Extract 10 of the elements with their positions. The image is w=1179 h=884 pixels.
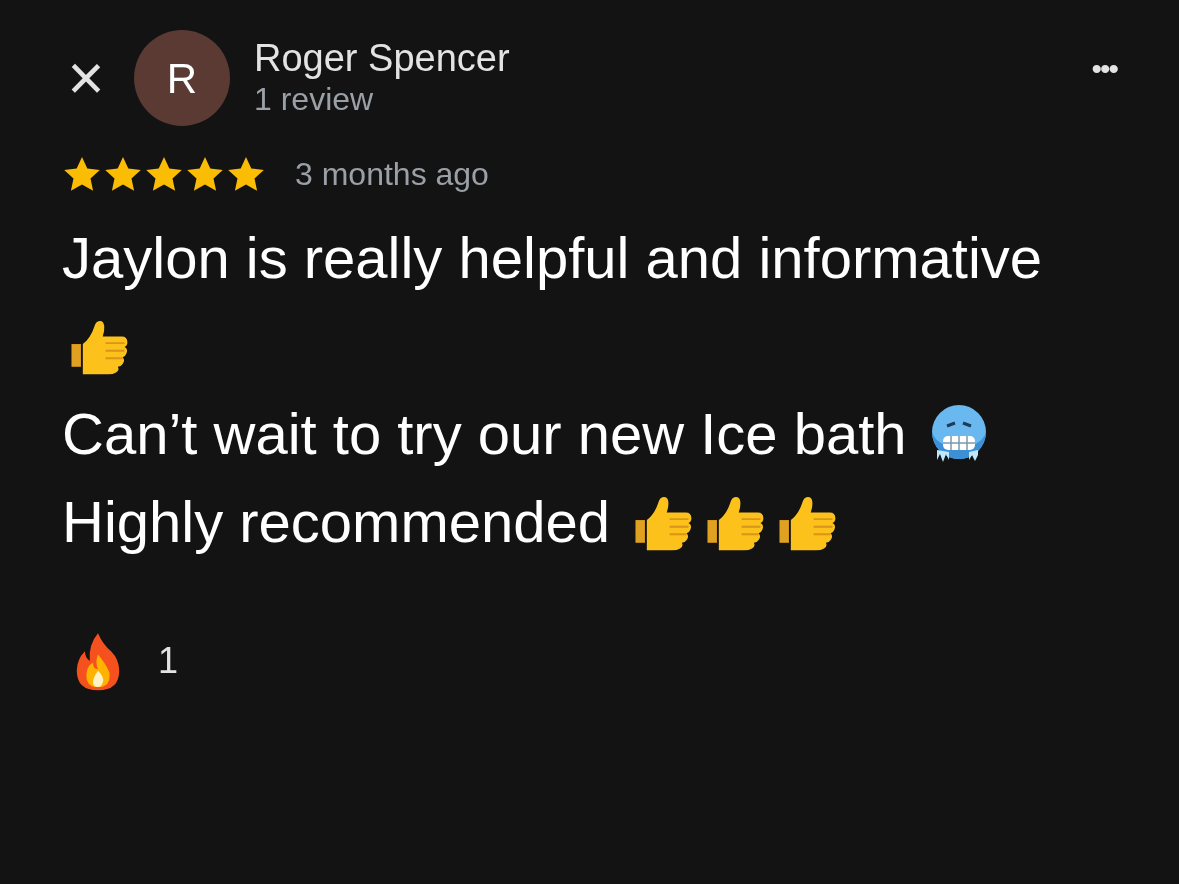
more-button[interactable]: ••• (1091, 46, 1117, 91)
reaction-count: 1 (158, 639, 179, 683)
review-count: 1 review (254, 79, 375, 119)
review-text: Can’t wait to try our new Ice bath (62, 401, 908, 466)
reviewer-name: Roger Spencer (254, 37, 511, 80)
review-text: Highly recommended (62, 489, 612, 554)
avatar: R (134, 30, 230, 126)
close-button[interactable]: × (62, 46, 110, 110)
review-text: Jaylon is really helpful and informative (62, 225, 1043, 290)
review-time: 3 months ago (295, 155, 489, 194)
